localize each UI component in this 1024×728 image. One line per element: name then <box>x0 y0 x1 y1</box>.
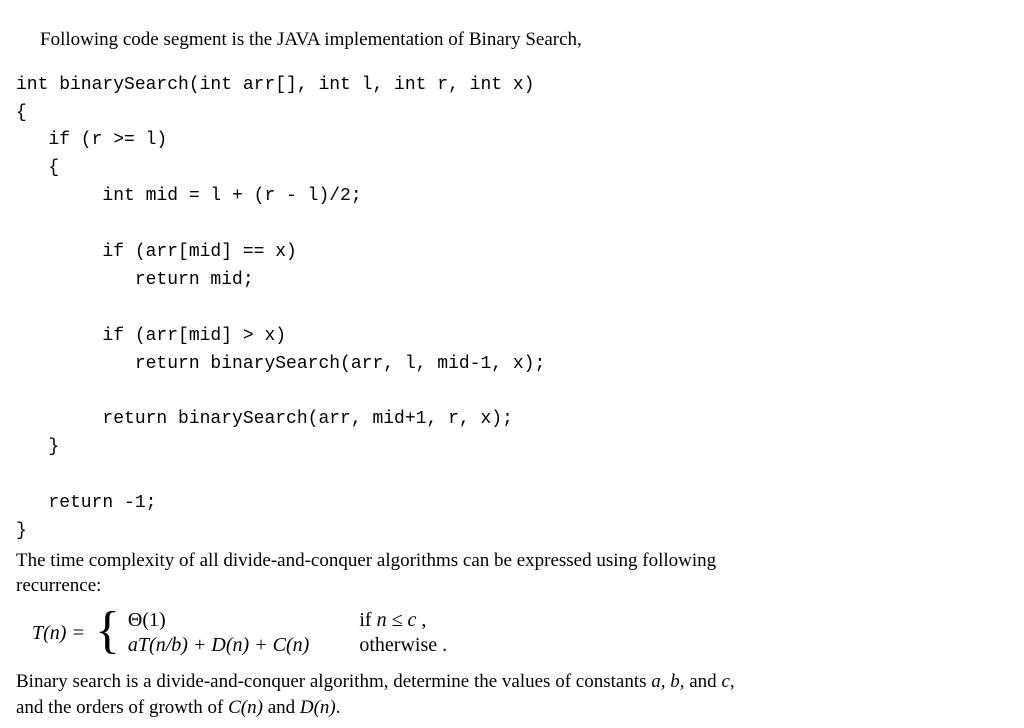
q2-cn: C(n) <box>228 697 263 718</box>
case2-rest: (n/b) + D(n) + C(n) <box>149 634 309 656</box>
case1-expr: Θ(1) <box>128 609 309 632</box>
case1-var: n ≤ c <box>377 609 417 631</box>
case1-cond: if n ≤ c , <box>359 609 447 632</box>
case1-suffix: , <box>416 609 426 631</box>
recurrence-paragraph: The time complexity of all divide-and-co… <box>16 548 1008 599</box>
recurrence-equation: T(n) = { Θ(1) if n ≤ c , aT(n/b) + D(n) … <box>32 607 1008 659</box>
intro-paragraph: Following code segment is the JAVA imple… <box>16 27 1008 53</box>
cases-grid: Θ(1) if n ≤ c , aT(n/b) + D(n) + C(n) ot… <box>128 609 447 657</box>
q-c: c <box>721 671 729 692</box>
q2-pre: and the orders of growth of <box>16 697 228 718</box>
q-comma: , <box>730 671 735 692</box>
q2-end: . <box>336 697 341 718</box>
case2-expr: aT(n/b) + D(n) + C(n) <box>128 634 309 657</box>
para-line2: recurrence: <box>16 575 101 596</box>
q2-and: and <box>263 697 300 718</box>
tn-label: T(n) = <box>32 622 85 645</box>
case2-a: aT <box>128 634 149 656</box>
code-block: int binarySearch(int arr[], int l, int r… <box>16 72 1008 546</box>
q-ab: a, b, <box>651 671 684 692</box>
case1-if: if <box>359 609 376 631</box>
brace-icon: { <box>95 605 120 657</box>
q2-dn: D(n) <box>300 697 336 718</box>
case2-cond: otherwise . <box>359 634 447 657</box>
para-line1: The time complexity of all divide-and-co… <box>16 550 716 571</box>
question-paragraph: Binary search is a divide-and-conquer al… <box>16 669 1008 720</box>
q-and: and <box>685 671 722 692</box>
q-pre: Binary search is a divide-and-conquer al… <box>16 671 651 692</box>
